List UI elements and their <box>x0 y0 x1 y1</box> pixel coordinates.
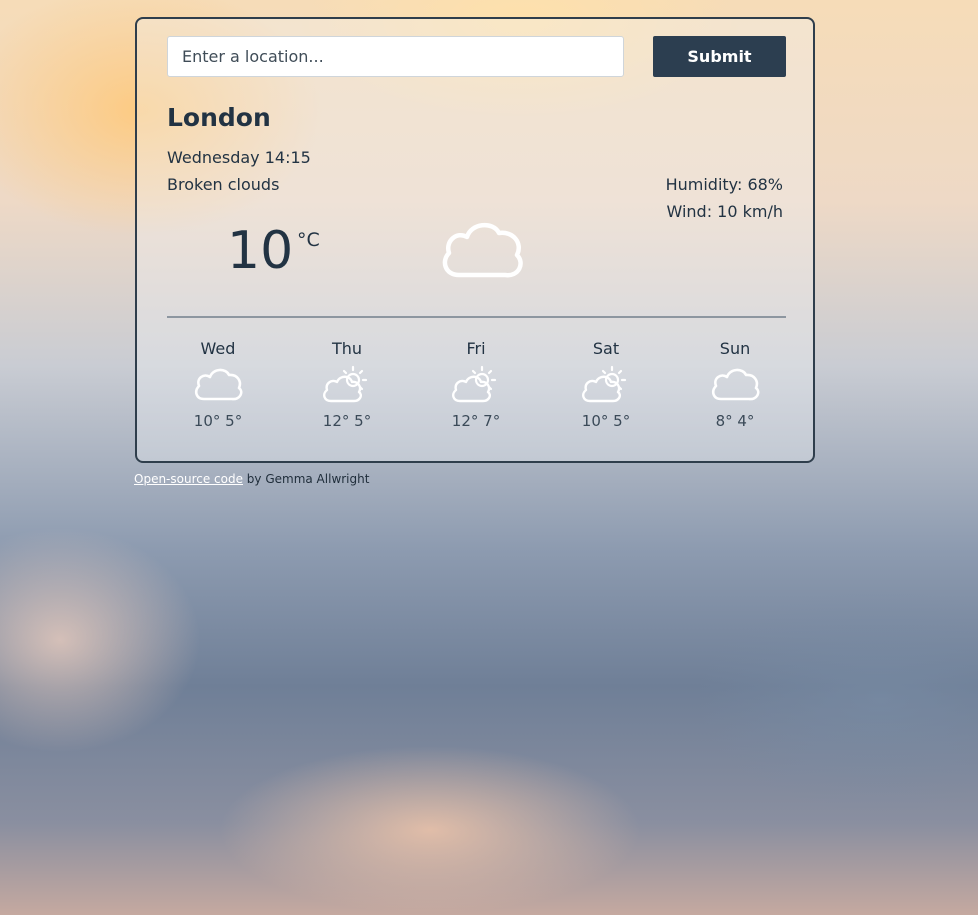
forecast-day-wed: Wed 10° 5° <box>168 339 268 430</box>
forecast-day-thu: Thu 12° 5° <box>297 339 397 430</box>
cloud-icon <box>194 368 243 401</box>
humidity-value: Humidity: 68% <box>665 175 783 194</box>
cloud-icon <box>442 223 523 278</box>
open-source-code-link[interactable]: Open-source code <box>134 472 243 486</box>
forecast-day-name: Wed <box>200 339 236 358</box>
cloud-icon <box>711 368 760 401</box>
forecast-day-name: Fri <box>466 339 486 358</box>
submit-button[interactable]: Submit <box>653 36 786 77</box>
forecast-temps: 10° 5° <box>581 412 631 430</box>
forecast-temps: 10° 5° <box>193 412 243 430</box>
footer-author-text: by Gemma Allwright <box>242 472 370 486</box>
forecast-temps: 8° 4° <box>715 412 755 430</box>
weather-card: Submit London Wednesday 14:15 Broken clo… <box>135 17 815 463</box>
temperature-unit: °C <box>297 229 320 251</box>
forecast-temps: 12° 5° <box>322 412 372 430</box>
partly-sunny-icon <box>452 365 497 403</box>
partly-sunny-icon <box>323 365 368 403</box>
footer: Open-source code by Gemma Allwright <box>134 472 369 486</box>
forecast-day-fri: Fri 12° 7° <box>426 339 526 430</box>
city-name: London <box>167 103 271 132</box>
weather-description: Broken clouds <box>167 175 280 194</box>
location-search-input[interactable] <box>167 36 624 77</box>
forecast-temps: 12° 7° <box>451 412 501 430</box>
forecast-day-name: Sun <box>719 339 751 358</box>
forecast-day-sat: Sat 10° 5° <box>556 339 656 430</box>
forecast-row: Wed 10° 5° Thu 12° 5° Fri 12° 7° Sat 10°… <box>167 339 786 439</box>
divider <box>167 316 786 318</box>
partly-sunny-icon <box>582 365 627 403</box>
wind-value: Wind: 10 km/h <box>666 202 783 221</box>
forecast-day-name: Sat <box>592 339 620 358</box>
current-datetime: Wednesday 14:15 <box>167 148 311 167</box>
current-temperature: 10 <box>227 221 294 281</box>
forecast-day-sun: Sun 8° 4° <box>685 339 785 430</box>
forecast-day-name: Thu <box>331 339 363 358</box>
